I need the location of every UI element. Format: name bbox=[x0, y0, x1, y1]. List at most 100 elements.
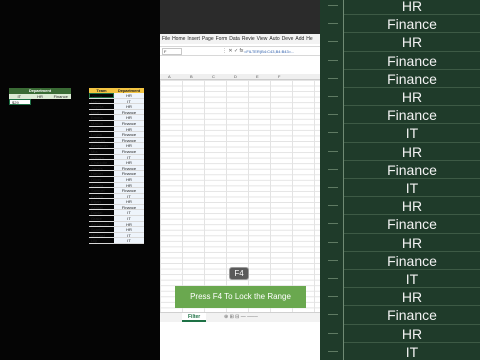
department-cell[interactable]: IT bbox=[114, 216, 144, 221]
menu-item[interactable]: Data bbox=[229, 36, 240, 42]
team-cell[interactable]: Charlotte bbox=[89, 160, 114, 164]
department-cell[interactable]: Finance bbox=[114, 137, 144, 143]
department-cell[interactable]: HR bbox=[114, 126, 144, 132]
department-cell[interactable]: Finance bbox=[114, 204, 144, 210]
background-cell: IT bbox=[344, 123, 480, 141]
team-cell[interactable]: Evelyn bbox=[89, 194, 114, 198]
formula-bar: F ⋮ ✕ ✓ fx =FILTER(B4:C43,B4:B43=... bbox=[160, 46, 320, 56]
background-cell: Finance bbox=[344, 305, 480, 323]
background-tick bbox=[328, 205, 338, 207]
empty-cell[interactable] bbox=[31, 99, 51, 105]
team-cell[interactable]: James bbox=[89, 166, 114, 170]
team-cell[interactable]: Olivia bbox=[89, 93, 114, 98]
department-cell[interactable]: HR bbox=[114, 199, 144, 204]
formula-input[interactable]: =FILTER(B4:C43,B4:B43=... bbox=[244, 47, 294, 55]
department-cell[interactable]: IT bbox=[114, 98, 144, 104]
team-cell[interactable]: Mia bbox=[89, 149, 114, 153]
menu-item[interactable]: Revie bbox=[242, 36, 255, 42]
team-cell[interactable]: Michael bbox=[89, 233, 114, 237]
department-cell[interactable]: IT bbox=[114, 193, 144, 199]
team-cell[interactable]: Samuel bbox=[89, 188, 114, 192]
team-cell[interactable]: Mason bbox=[89, 121, 114, 125]
team-cell[interactable]: William bbox=[89, 155, 114, 159]
menu-item[interactable]: Home bbox=[172, 36, 185, 42]
menu-item[interactable]: File bbox=[162, 36, 170, 42]
team-cell[interactable]: Alexander bbox=[89, 222, 114, 226]
name-box[interactable]: F bbox=[162, 48, 182, 55]
department-cell[interactable]: HR bbox=[114, 93, 144, 98]
menu-item[interactable]: Insert bbox=[187, 36, 200, 42]
department-cell[interactable]: HR bbox=[114, 227, 144, 232]
background-tick bbox=[328, 296, 338, 298]
formula-icons[interactable]: ⋮ ✕ ✓ fx bbox=[222, 47, 243, 55]
menu-item[interactable]: Page bbox=[202, 36, 214, 42]
menu-item[interactable]: Form bbox=[216, 36, 228, 42]
team-cell[interactable]: Oliver bbox=[89, 177, 114, 181]
menu-item[interactable]: He bbox=[306, 36, 312, 42]
team-cell[interactable]: Abigail bbox=[89, 205, 114, 209]
caption-banner: Press F4 To Lock the Range bbox=[175, 286, 306, 308]
background-tick bbox=[328, 59, 338, 61]
department-cell[interactable]: IT bbox=[114, 232, 144, 238]
team-cell[interactable]: Sophia bbox=[89, 104, 114, 108]
department-cell[interactable]: HR bbox=[114, 182, 144, 188]
menu-item[interactable]: View bbox=[257, 36, 268, 42]
active-cell[interactable]: $29 bbox=[9, 99, 31, 105]
background-cell: Finance bbox=[344, 14, 480, 32]
column-header[interactable]: D bbox=[234, 74, 237, 79]
team-cell[interactable]: Noah bbox=[89, 110, 114, 114]
department-cell[interactable]: HR bbox=[114, 160, 144, 165]
background-cell: Finance bbox=[344, 159, 480, 178]
team-cell[interactable]: Logan bbox=[89, 132, 114, 136]
menu-item[interactable]: Auto bbox=[269, 36, 279, 42]
team-cell[interactable]: Elijah bbox=[89, 199, 114, 203]
department-cell[interactable]: IT bbox=[114, 238, 144, 244]
department-cell[interactable]: Finance bbox=[114, 148, 144, 154]
tab-bar-icons[interactable]: ⊕ ⊞ ⊟ — ─── bbox=[224, 313, 258, 322]
empty-cell[interactable] bbox=[51, 99, 71, 105]
sheet-tab-filter[interactable]: Filter bbox=[182, 313, 207, 322]
department-cell[interactable]: HR bbox=[114, 176, 144, 182]
team-cell[interactable]: Ava bbox=[89, 127, 114, 131]
f4-key-icon: F4 bbox=[229, 267, 249, 280]
department-cell[interactable]: IT bbox=[114, 210, 144, 216]
department-cell[interactable]: Finance bbox=[114, 132, 144, 137]
team-cell[interactable]: Amelia bbox=[89, 183, 114, 187]
column-header[interactable]: E bbox=[256, 74, 259, 79]
background-cell: Finance bbox=[344, 105, 480, 123]
team-cell[interactable]: Liam bbox=[89, 99, 114, 103]
department-cell[interactable]: Finance bbox=[114, 188, 144, 193]
team-cell[interactable]: Lily bbox=[89, 238, 114, 243]
column-header[interactable]: C bbox=[212, 74, 215, 79]
team-department-table: Team Department Olivia HR Liam IT Sophia HR No… bbox=[89, 88, 144, 245]
column-header[interactable]: F bbox=[278, 74, 280, 79]
department-cell[interactable]: IT bbox=[114, 154, 144, 160]
department-cell[interactable]: Finance bbox=[114, 165, 144, 171]
background-sheet-zoom: HR Finance HR Finance Finance HR Finance IT HR Fi… bbox=[320, 0, 480, 360]
team-cell[interactable]: Scarlett bbox=[89, 227, 114, 231]
department-cell[interactable]: HR bbox=[114, 115, 144, 120]
department-cell[interactable]: Finance bbox=[114, 171, 144, 176]
department-cell[interactable]: HR bbox=[114, 104, 144, 109]
column-header[interactable]: A bbox=[168, 74, 171, 79]
criteria-value-row: $29 bbox=[9, 99, 71, 105]
department-cell[interactable]: HR bbox=[114, 221, 144, 227]
table-row[interactable]: Lily IT bbox=[89, 238, 144, 245]
team-cell[interactable]: Emma bbox=[89, 115, 114, 120]
menu-item[interactable]: Add bbox=[295, 36, 304, 42]
ribbon-menu: File Home Insert Page Form Data Revie View Auto D… bbox=[160, 34, 320, 44]
background-tick bbox=[328, 168, 338, 170]
menu-item[interactable]: Deve bbox=[282, 36, 294, 42]
department-cell[interactable]: HR bbox=[114, 143, 144, 148]
background-cell: HR bbox=[344, 232, 480, 251]
background-tick bbox=[328, 350, 338, 352]
column-header[interactable]: B bbox=[190, 74, 193, 79]
team-cell[interactable]: Grace bbox=[89, 216, 114, 220]
team-cell[interactable]: Daniel bbox=[89, 210, 114, 215]
department-cell[interactable]: Finance bbox=[114, 120, 144, 126]
team-cell[interactable]: Isabella bbox=[89, 138, 114, 142]
background-cell: Finance bbox=[344, 68, 480, 87]
team-cell[interactable]: Benjamin bbox=[89, 143, 114, 148]
department-cell[interactable]: Finance bbox=[114, 109, 144, 115]
team-cell[interactable]: Harper bbox=[89, 171, 114, 176]
